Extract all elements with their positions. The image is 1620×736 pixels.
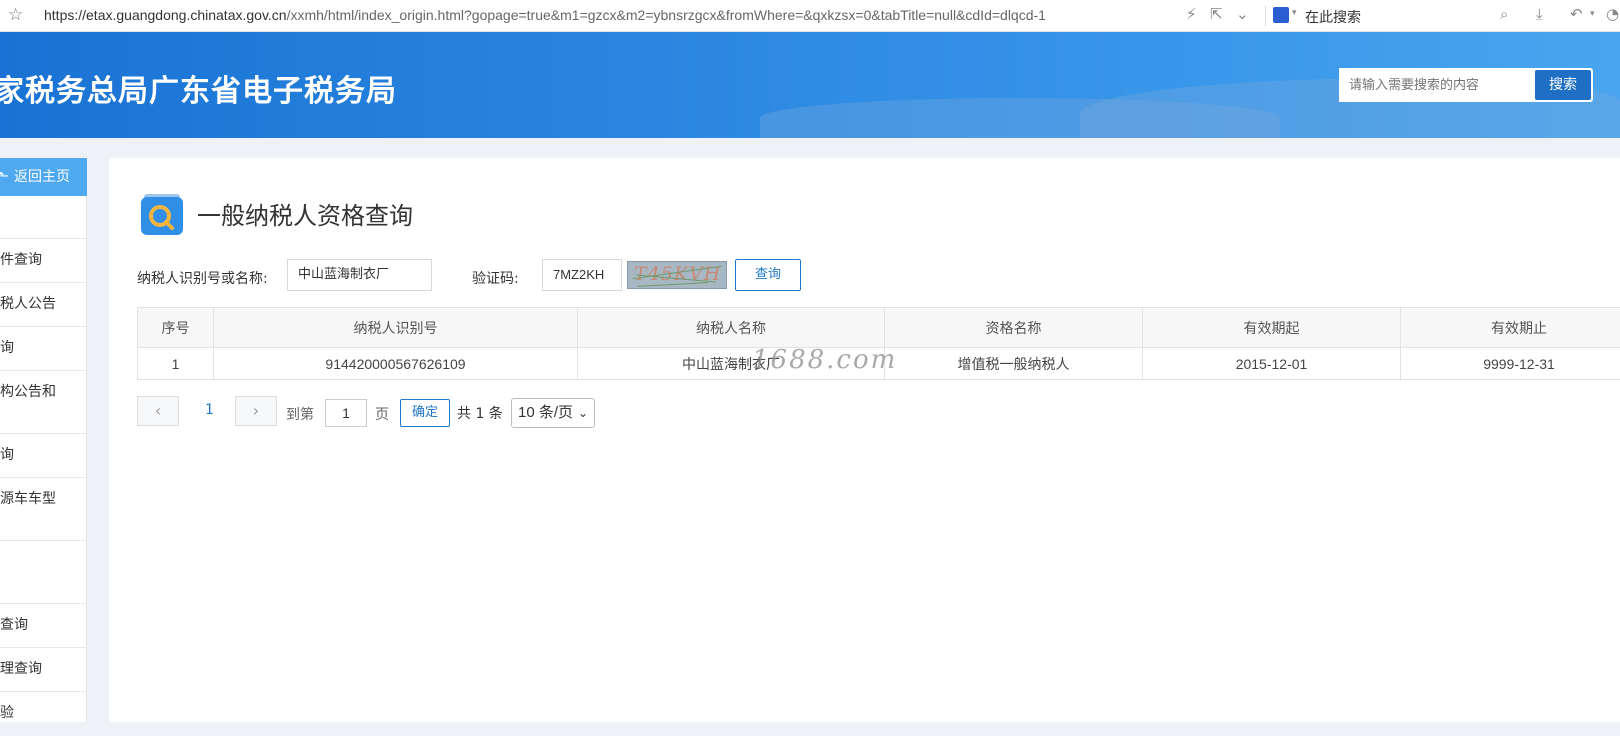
taxpayer-label: 纳税人识别号或名称: [137, 268, 268, 288]
header-search: 搜索 [1339, 68, 1593, 102]
captcha-image[interactable]: T45KVH [627, 261, 727, 289]
total-count: 共 1 条 [457, 403, 503, 423]
main-panel: 一般纳税人资格查询 纳税人识别号或名称: 中山蓝海制衣厂 验证码: 7MZ2KH… [109, 158, 1620, 722]
header-search-input[interactable] [1339, 68, 1534, 102]
share-icon[interactable]: ⇱ [1210, 5, 1223, 23]
undo-icon[interactable]: ↶ [1570, 5, 1583, 23]
confirm-page-button[interactable]: 确定 [400, 399, 450, 427]
column-header: 有效期起 [1143, 308, 1401, 348]
address-bar[interactable]: https://etax.guangdong.chinatax.gov.cn/x… [44, 7, 1046, 23]
undo-dropdown-icon[interactable]: ▾ [1590, 9, 1595, 19]
chevron-down-icon: ⌄ [578, 399, 588, 427]
goto-label: 到第 [286, 404, 314, 424]
chevron-left-icon: ‹ [155, 401, 161, 420]
sidebar-item-blank[interactable] [0, 196, 87, 239]
history-icon[interactable]: ◔ [1606, 5, 1619, 23]
search-engine-logo-icon[interactable] [1273, 7, 1289, 23]
sidebar-item-2[interactable]: 税人公告 [0, 283, 87, 327]
url-host: https://etax.guangdong.chinatax.gov.cn [44, 7, 287, 23]
captcha-input[interactable]: 7MZ2KH [542, 259, 622, 291]
lightning-icon[interactable]: ⚡ [1186, 5, 1197, 23]
page-title: 一般纳税人资格查询 [197, 196, 413, 231]
header-search-button[interactable]: 搜索 [1535, 70, 1591, 100]
sidebar-item-blank-2[interactable] [0, 541, 87, 604]
current-page-number[interactable]: 1 [205, 402, 214, 418]
toolbar-divider [1265, 6, 1266, 26]
query-button[interactable]: 查询 [735, 259, 801, 291]
table-cell: 1 [138, 348, 214, 380]
sidebar-home-button[interactable]: ⬑ 返回主页 [0, 158, 87, 196]
per-page-select[interactable]: 10 条/页 ⌄ [511, 398, 595, 428]
download-icon[interactable]: ⤓ [1536, 5, 1543, 23]
sidebar-item-6[interactable]: 源车车型 [0, 478, 87, 541]
sidebar-item-4[interactable]: 构公告和 [0, 371, 87, 434]
sidebar-item-9[interactable]: 验 [0, 692, 87, 736]
chevron-right-icon: › [253, 401, 259, 420]
per-page-value: 10 条/页 [518, 404, 573, 421]
watermark: 1688.com [752, 345, 897, 375]
bookmark-star-icon[interactable]: ☆ [8, 5, 23, 25]
page-unit-label: 页 [375, 404, 389, 424]
sidebar-home-label: 返回主页 [14, 169, 70, 185]
column-header: 序号 [138, 308, 214, 348]
column-header: 纳税人名称 [578, 308, 885, 348]
site-header: 家税务总局广东省电子税务局 搜索 [0, 32, 1620, 138]
table-cell: 2015-12-01 [1143, 348, 1401, 380]
sidebar: ⬑ 返回主页 件查询 税人公告 询 构公告和 询 源车车型 查询 理查询 验 [0, 158, 87, 722]
column-header: 有效期止 [1401, 308, 1620, 348]
table-cell: 9999-12-31 [1401, 348, 1620, 380]
back-arrow-icon: ⬑ [0, 158, 9, 196]
search-icon[interactable]: ⌕ [1500, 5, 1508, 23]
prev-page-button[interactable]: ‹ [137, 396, 179, 426]
search-document-icon [140, 192, 184, 236]
table-cell: 914420000567626109 [214, 348, 578, 380]
browser-toolbar: ☆ https://etax.guangdong.chinatax.gov.cn… [0, 0, 1620, 32]
table-cell: 增值税一般纳税人 [885, 348, 1143, 380]
table-header-row: 序号 纳税人识别号 纳税人名称 资格名称 有效期起 有效期止 [138, 308, 1620, 348]
page-input[interactable]: 1 [325, 399, 367, 427]
column-header: 资格名称 [885, 308, 1143, 348]
engine-dropdown-icon[interactable]: ▾ [1292, 8, 1297, 18]
site-title: 家税务总局广东省电子税务局 [0, 66, 397, 110]
taxpayer-input[interactable]: 中山蓝海制衣厂 [287, 259, 432, 291]
sidebar-item-1[interactable]: 件查询 [0, 239, 87, 283]
sidebar-item-3[interactable]: 询 [0, 327, 87, 371]
next-page-button[interactable]: › [235, 396, 277, 426]
sidebar-item-7[interactable]: 查询 [0, 604, 87, 648]
browser-search-box[interactable]: 在此搜索 [1305, 7, 1361, 27]
column-header: 纳税人识别号 [214, 308, 578, 348]
url-path: /xxmh/html/index_origin.html?gopage=true… [287, 7, 1046, 23]
captcha-label: 验证码: [472, 268, 519, 288]
sidebar-item-8[interactable]: 理查询 [0, 648, 87, 692]
sidebar-item-5[interactable]: 询 [0, 434, 87, 478]
chevron-down-icon[interactable]: ⌄ [1236, 5, 1249, 23]
